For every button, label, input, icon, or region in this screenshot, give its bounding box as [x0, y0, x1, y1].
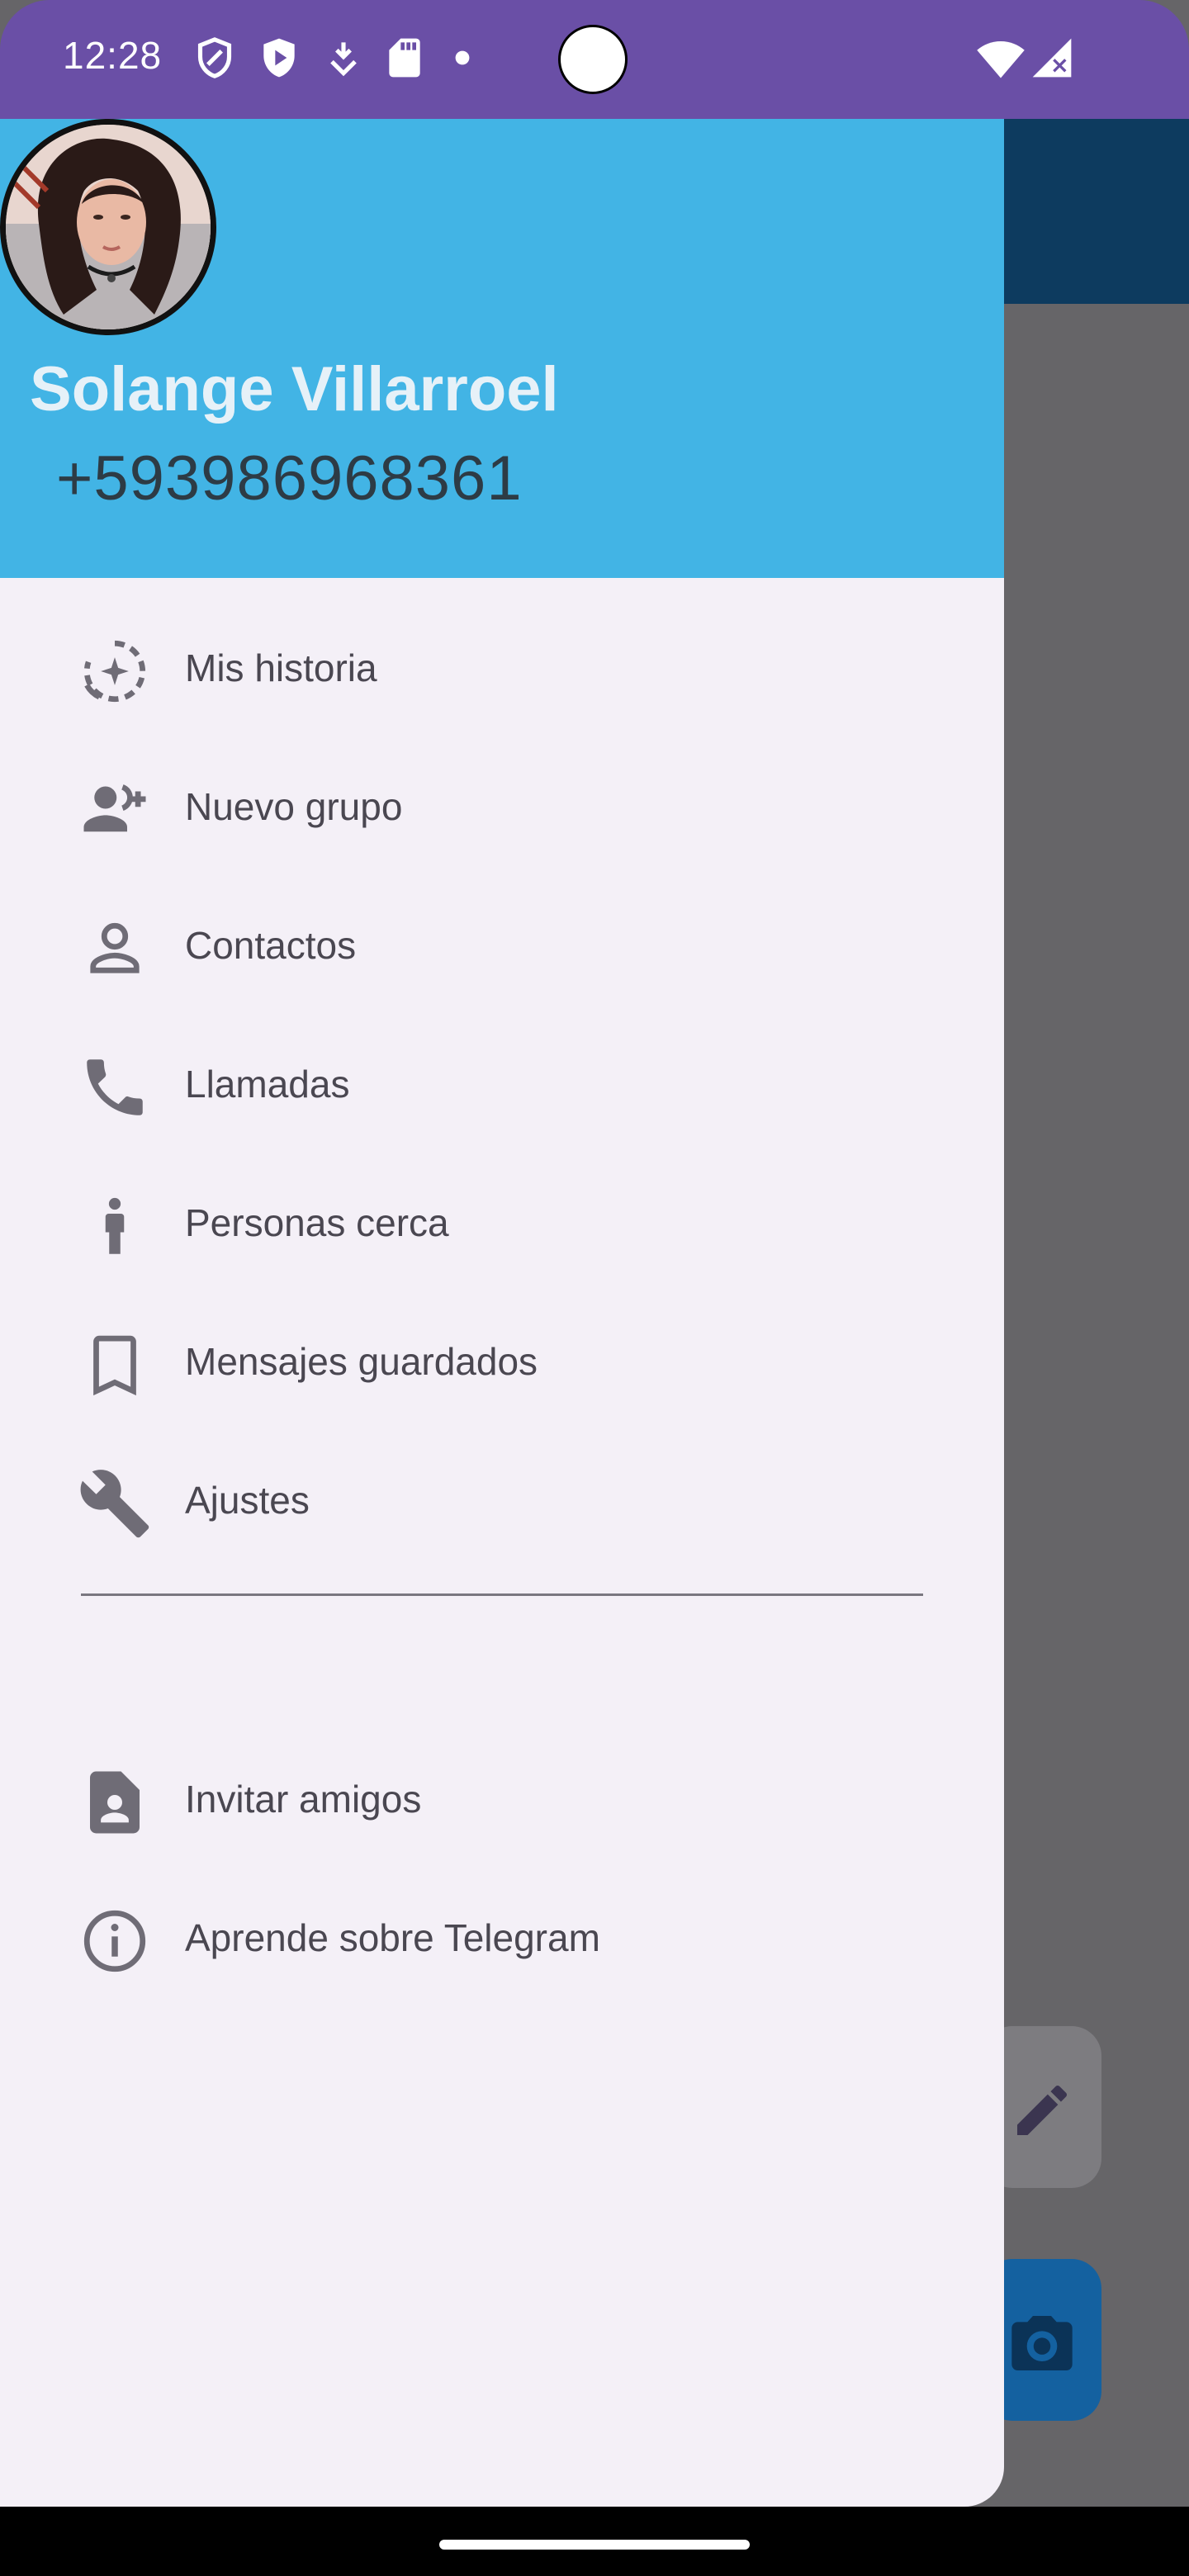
contact-card-icon — [90, 1771, 140, 1834]
menu-divider — [81, 1593, 923, 1596]
menu-item-ajustes[interactable]: Ajustes — [0, 1433, 1004, 1572]
story-icon — [83, 640, 146, 703]
play-shield-icon — [263, 38, 295, 78]
person-icon — [90, 922, 140, 973]
menu-item-label: Llamadas — [185, 1063, 350, 1106]
menu-item-contactos[interactable]: Contactos — [0, 878, 1004, 1017]
avatar[interactable] — [0, 119, 216, 335]
download-icon — [330, 42, 357, 77]
status-time: 12:28 — [63, 34, 163, 77]
status-bar: 12:28 — [0, 0, 1189, 119]
menu-item-label: Nuevo grupo — [185, 785, 403, 828]
menu-item-label: Ajustes — [185, 1479, 310, 1522]
wrench-icon — [80, 1470, 149, 1538]
camera-cutout — [558, 25, 628, 94]
menu-item-nuevo-grupo[interactable]: Nuevo grupo — [0, 740, 1004, 878]
menu-item-label: Invitar amigos — [185, 1778, 422, 1821]
pencil-icon — [1017, 2085, 1068, 2135]
menu-item-label: Contactos — [185, 924, 357, 967]
wifi-icon — [977, 41, 1025, 78]
menu-item-label: Mis historia — [185, 646, 377, 689]
gesture-handle[interactable] — [439, 2540, 750, 2550]
menu-item-personas-cerca[interactable]: Personas cerca — [0, 1156, 1004, 1295]
menu-item-label: Mensajes guardados — [185, 1340, 538, 1383]
dot-icon — [455, 50, 470, 65]
menu-item-label: Aprende sobre Telegram — [185, 1916, 600, 1959]
menu-item-invitar-amigos[interactable]: Invitar amigos — [0, 1732, 1004, 1871]
menu-item-mensajes-guardados[interactable]: Mensajes guardados — [0, 1295, 1004, 1433]
shield-icon — [197, 37, 232, 78]
screen: 12:28 Solange Villarroel +593986968361 M… — [0, 0, 1189, 2576]
navigation-drawer: Solange Villarroel +593986968361 Mis his… — [0, 119, 1004, 2507]
drawer-header: Solange Villarroel +593986968361 — [0, 119, 1004, 578]
menu-item-mis-historia[interactable]: Mis historia — [0, 601, 1004, 740]
user-name: Solange Villarroel — [30, 354, 559, 424]
person-nearby-icon — [105, 1197, 125, 1254]
menu-item-llamadas[interactable]: Llamadas — [0, 1017, 1004, 1156]
menu-item-aprende-sobre-telegram[interactable]: Aprende sobre Telegram — [0, 1871, 1004, 2010]
user-phone: +593986968361 — [56, 443, 523, 514]
system-navigation-bar — [0, 2507, 1189, 2576]
info-icon — [83, 1910, 146, 1972]
bookmark-icon — [93, 1335, 136, 1396]
avatar-photo — [6, 125, 211, 329]
cell-signal-icon — [1032, 38, 1072, 78]
camera-icon — [1011, 2316, 1073, 2370]
phone-icon — [87, 1059, 143, 1115]
sd-card-icon — [389, 38, 420, 78]
menu-item-label: Personas cerca — [185, 1201, 449, 1244]
add-group-icon — [83, 784, 146, 832]
